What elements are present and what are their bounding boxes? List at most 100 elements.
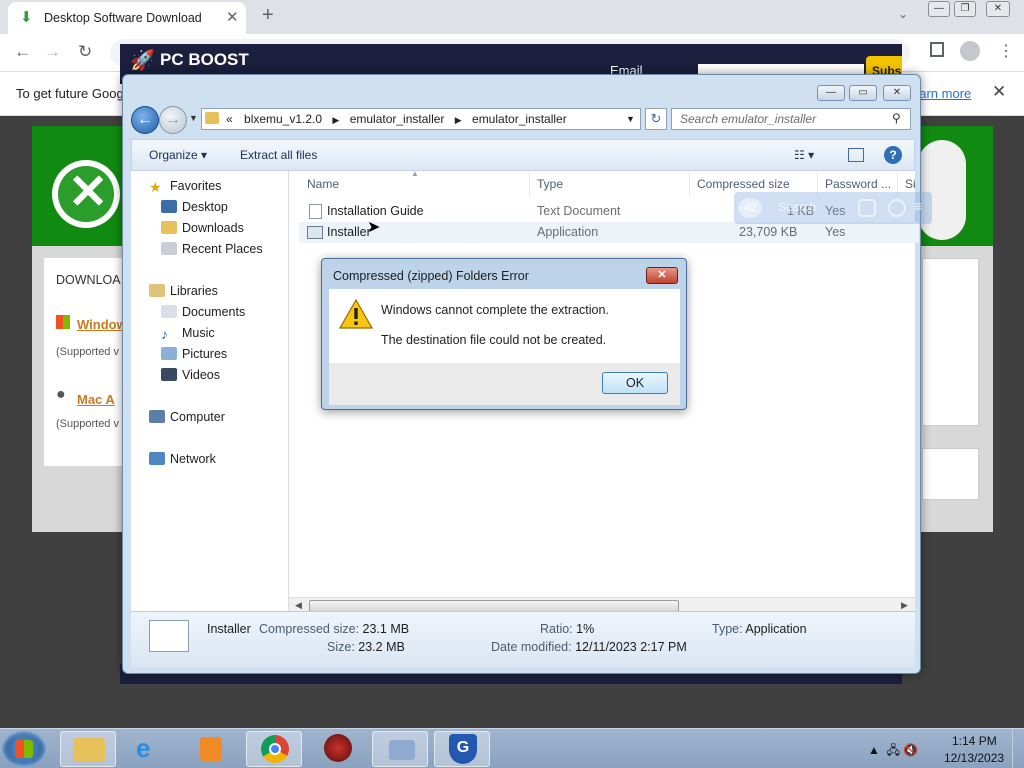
nav-documents[interactable]: Documents	[161, 305, 245, 326]
dialog-close-button[interactable]: ✕	[646, 267, 678, 284]
breadcrumb-item[interactable]: emulator_installer	[472, 112, 567, 126]
profile-avatar[interactable]	[960, 41, 980, 61]
column-header-name[interactable]: Name	[307, 177, 339, 191]
file-row[interactable]: Installer Application 23,709 KB Yes	[299, 222, 919, 243]
maximize-button[interactable]: ▭	[849, 85, 877, 101]
breadcrumb-item[interactable]: blxemu_v1.2.0	[244, 112, 322, 126]
preview-pane-icon[interactable]	[848, 148, 864, 162]
taskbar-explorer[interactable]	[60, 731, 116, 767]
file-size: 23,709 KB	[739, 225, 798, 239]
nav-recent-places[interactable]: Recent Places	[161, 242, 263, 263]
forward-button[interactable]: →	[159, 106, 187, 134]
close-button[interactable]: ✕	[883, 85, 911, 101]
scroll-right-icon[interactable]: ▶	[901, 600, 908, 611]
overlay-search-label[interactable]: Search	[778, 200, 816, 214]
back-arrow-icon[interactable]: ←	[14, 42, 31, 62]
taskbar-chrome[interactable]	[246, 731, 302, 767]
close-tab-icon[interactable]: ✕	[226, 8, 239, 26]
show-desktop-button[interactable]	[1012, 729, 1024, 768]
new-tab-button[interactable]: +	[262, 4, 274, 27]
close-infobar-icon[interactable]: ✕	[992, 82, 1006, 102]
chevron-down-icon[interactable]: ▼	[626, 114, 635, 124]
minimize-button[interactable]: —	[928, 1, 950, 17]
nav-music[interactable]: ♪ Music	[161, 326, 215, 347]
address-bar[interactable]: « blxemu_v1.2.0 ▶ emulator_installer ▶ e…	[201, 108, 641, 130]
taskbar-control-panel[interactable]	[372, 731, 428, 767]
nav-label: Network	[170, 452, 216, 466]
xbox-logo-icon: ✕	[52, 160, 120, 228]
nav-videos[interactable]: Videos	[161, 368, 220, 389]
column-divider[interactable]	[529, 171, 530, 197]
help-icon[interactable]: ?	[884, 146, 902, 164]
ok-button[interactable]: OK	[602, 372, 668, 394]
back-button[interactable]: ←	[131, 106, 159, 134]
restore-button[interactable]: ❐	[954, 1, 976, 17]
breadcrumb: « blxemu_v1.2.0 ▶ emulator_installer ▶ e…	[226, 112, 567, 126]
breadcrumb-item[interactable]: emulator_installer	[350, 112, 445, 126]
taskbar-ie[interactable]: e	[122, 731, 178, 767]
refresh-button[interactable]: ↻	[645, 108, 667, 130]
taskbar-media-player[interactable]	[182, 731, 238, 767]
system-tray[interactable]: ▲ 🖧 🔇	[868, 741, 918, 762]
taskbar-security[interactable]: G	[434, 731, 490, 767]
chevron-right-icon[interactable]: ▶	[455, 115, 462, 125]
browser-tab[interactable]: ⬇ Desktop Software Download ✕	[8, 2, 246, 34]
search-input[interactable]: Search emulator_installer ⚲	[671, 108, 911, 130]
recent-pages-icon[interactable]: ▼	[189, 113, 198, 123]
grid-icon[interactable]	[858, 199, 876, 217]
column-header-type[interactable]: Type	[537, 177, 563, 191]
search-overlay[interactable]: 42 Search ≡	[734, 192, 932, 224]
chevron-down-icon[interactable]: ⌄	[898, 7, 908, 21]
volume-muted-icon[interactable]: 🔇	[903, 743, 918, 757]
column-header-compressed-size[interactable]: Compressed size	[697, 177, 790, 191]
organize-menu[interactable]: Organize ▾	[149, 148, 207, 162]
column-divider[interactable]	[689, 171, 690, 197]
nav-computer[interactable]: Computer	[149, 410, 225, 431]
nav-pictures[interactable]: Pictures	[161, 347, 227, 368]
nav-favorites[interactable]: ★ Favorites	[149, 179, 221, 200]
details-label: Type:	[712, 622, 743, 636]
tray-expand-icon[interactable]: ▲	[868, 743, 880, 757]
desktop-icon	[161, 200, 177, 213]
breadcrumb-overflow[interactable]: «	[226, 112, 233, 126]
clock-time[interactable]: 1:14 PM	[952, 734, 997, 748]
file-name: Installation Guide	[327, 204, 424, 218]
extract-all-button[interactable]: Extract all files	[240, 148, 317, 162]
rocket-icon: 🚀	[130, 50, 155, 72]
nav-downloads[interactable]: Downloads	[161, 221, 244, 242]
forward-arrow-icon[interactable]: →	[44, 42, 61, 62]
tab-title: Desktop Software Download	[44, 11, 202, 25]
chevron-right-icon[interactable]: ▶	[332, 115, 339, 125]
side-panel-icon[interactable]	[930, 42, 944, 57]
network-tray-icon[interactable]: 🖧	[887, 743, 900, 757]
settings-icon[interactable]	[888, 199, 906, 217]
folder-icon	[205, 112, 219, 124]
column-header-password[interactable]: Password ...	[825, 177, 891, 191]
details-name: Installer	[207, 622, 251, 636]
details-value: 23.2 MB	[358, 640, 405, 654]
search-icon[interactable]: ⚲	[892, 111, 901, 125]
menu-icon[interactable]: ≡	[914, 198, 922, 214]
nav-libraries[interactable]: Libraries	[149, 284, 218, 305]
start-button[interactable]	[2, 731, 46, 767]
view-options-icon[interactable]: ☷ ▾	[794, 148, 814, 162]
minimize-button[interactable]: —	[817, 85, 845, 101]
menu-kebab-icon[interactable]: ⋮	[998, 41, 1014, 61]
downloads-folder-icon	[161, 221, 177, 234]
windows-download-link[interactable]: Window	[77, 317, 127, 332]
column-header-size[interactable]: Si	[905, 177, 916, 191]
nav-network[interactable]: Network	[149, 452, 216, 473]
details-label: Date modified:	[491, 640, 572, 654]
scroll-left-icon[interactable]: ◀	[295, 600, 302, 611]
nav-desktop[interactable]: Desktop	[161, 200, 228, 221]
nav-label: Computer	[170, 410, 225, 424]
site-logo[interactable]: PC BOOST	[160, 50, 249, 70]
close-window-button[interactable]: ✕	[986, 1, 1010, 17]
folder-icon	[73, 738, 105, 762]
pictures-icon	[161, 347, 177, 360]
clock-date[interactable]: 12/13/2023	[944, 751, 1004, 765]
application-icon	[149, 620, 189, 652]
reload-icon[interactable]: ↻	[78, 42, 92, 62]
mac-download-link[interactable]: Mac A	[77, 392, 115, 407]
taskbar-app-red[interactable]	[310, 731, 366, 767]
